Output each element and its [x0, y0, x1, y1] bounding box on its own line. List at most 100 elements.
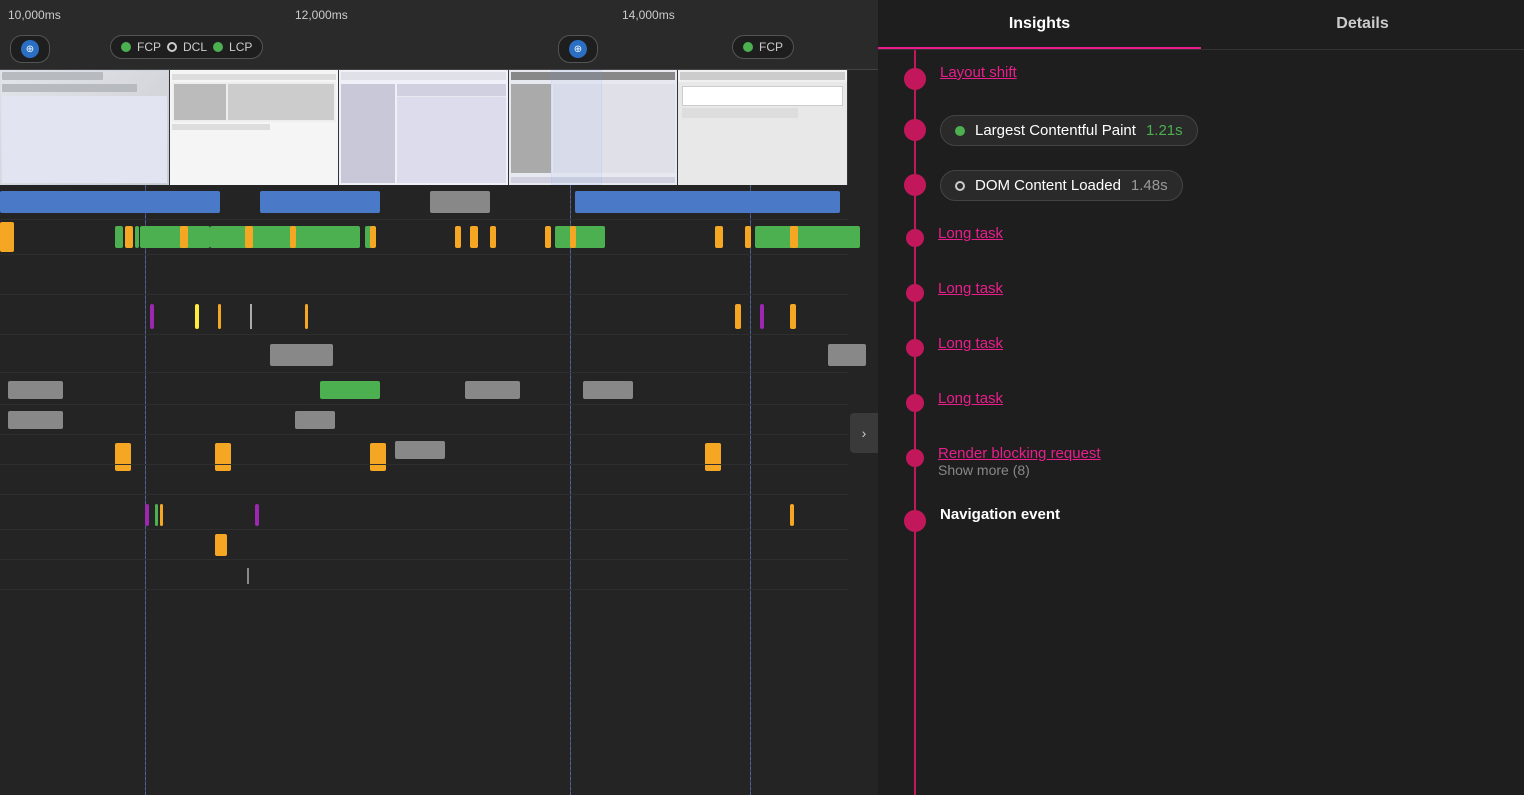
link-long-task-4[interactable]: Long task — [938, 390, 1508, 407]
marker-link-left[interactable]: ⊕ — [10, 35, 50, 63]
ind-orange-1 — [160, 504, 163, 526]
net-gray-3 — [583, 381, 633, 399]
link-render-blocking[interactable]: Render blocking request — [938, 445, 1508, 462]
body-long-task-3: Long task — [938, 335, 1508, 352]
tab-insights[interactable]: Insights — [878, 0, 1201, 49]
block-green-10 — [810, 226, 860, 248]
ind-orange-2 — [790, 504, 794, 526]
dcl-dot — [167, 42, 177, 52]
lcp-metric-value: 1.21s — [1146, 122, 1183, 139]
insight-long-task-1: Long task — [878, 215, 1524, 270]
link-layout-shift[interactable]: Layout shift — [940, 64, 1508, 81]
block-orange-11 — [715, 226, 723, 248]
timeline-header: 10,000ms 12,000ms 14,000ms ⊕ FCP DCL LCP… — [0, 0, 878, 70]
track-net-3 — [0, 405, 848, 435]
panel-header: Insights Details — [878, 0, 1524, 50]
block-orange-thin-1 — [218, 304, 221, 329]
body-long-task-4: Long task — [938, 390, 1508, 407]
screenshot-5 — [678, 70, 848, 185]
block-orange-12 — [745, 226, 751, 248]
track-thin-lines — [0, 300, 848, 335]
lcp-label: LCP — [229, 40, 252, 54]
dot-nav-event — [904, 510, 926, 532]
screenshot-strip — [0, 70, 848, 185]
lcp-metric-label: Largest Contentful Paint — [975, 122, 1136, 139]
dot-long-task-2 — [906, 284, 924, 302]
block-yellow-1 — [195, 304, 199, 329]
dot-long-task-4 — [906, 394, 924, 412]
block-orange-1 — [125, 226, 133, 248]
fcp-dot — [121, 42, 131, 52]
body-long-task-1: Long task — [938, 225, 1508, 242]
scroll-right-button[interactable]: › — [850, 413, 878, 453]
fcp-label: FCP — [137, 40, 161, 54]
dcl-label: DCL — [183, 40, 207, 54]
block-gray-4 — [828, 344, 866, 366]
insight-lcp: Largest Contentful Paint 1.21s — [878, 105, 1524, 160]
yellow-block — [215, 534, 227, 556]
track-main — [0, 220, 848, 255]
track-indicators — [0, 500, 848, 530]
dot-lcp — [904, 119, 926, 141]
block-gray-1 — [430, 191, 490, 213]
insight-long-task-2: Long task — [878, 270, 1524, 325]
track-net-2 — [0, 375, 848, 405]
fcp-dot-right — [743, 42, 753, 52]
body-lcp: Largest Contentful Paint 1.21s — [940, 115, 1508, 146]
block-orange-7 — [470, 226, 478, 248]
time-label-14000: 14,000ms — [622, 8, 675, 22]
net-gray-4 — [8, 411, 63, 429]
block-green-8 — [555, 226, 605, 248]
dot-long-task-1 — [906, 229, 924, 247]
block-blue-2 — [260, 191, 380, 213]
link-icon: ⊕ — [21, 40, 39, 58]
block-green-1 — [115, 226, 123, 248]
thin-gray — [247, 568, 249, 584]
block-orange-left — [0, 222, 14, 252]
dcl-metric-label: DOM Content Loaded — [975, 177, 1121, 194]
block-blue-4 — [790, 191, 840, 213]
link-long-task-3[interactable]: Long task — [938, 335, 1508, 352]
insight-render-blocking: Render blocking request Show more (8) — [878, 435, 1524, 492]
block-orange-thin-2 — [305, 304, 308, 329]
block-green-3 — [140, 226, 210, 248]
screenshot-3 — [339, 70, 509, 185]
track-net-5 — [0, 465, 848, 495]
marker-fcp-dcl-lcp[interactable]: FCP DCL LCP — [110, 35, 263, 59]
dot-render-blocking — [906, 449, 924, 467]
track-network-1 — [0, 185, 848, 220]
tab-details[interactable]: Details — [1201, 0, 1524, 49]
net-gray-5 — [295, 411, 335, 429]
track-thin — [0, 560, 848, 590]
screenshot-4 — [509, 70, 679, 185]
body-long-task-2: Long task — [938, 280, 1508, 297]
block-orange-14 — [735, 304, 741, 329]
block-blue-3 — [575, 191, 825, 213]
block-orange-15 — [790, 304, 796, 329]
body-nav-event: Navigation event — [940, 506, 1508, 523]
marker-link-mid[interactable]: ⊕ — [558, 35, 598, 63]
lcp-metric-dot — [955, 126, 965, 136]
link-long-task-2[interactable]: Long task — [938, 280, 1508, 297]
insight-long-task-4: Long task — [878, 380, 1524, 435]
block-orange-2 — [180, 226, 188, 248]
metric-lcp: Largest Contentful Paint 1.21s — [940, 115, 1198, 146]
block-orange-10 — [570, 226, 576, 248]
net-green-1 — [320, 381, 380, 399]
insights-content: Layout shift Largest Contentful Paint 1.… — [878, 50, 1524, 795]
block-orange-13 — [790, 226, 798, 248]
lcp-dot — [213, 42, 223, 52]
marker-fcp-right[interactable]: FCP — [732, 35, 794, 59]
link-long-task-1[interactable]: Long task — [938, 225, 1508, 242]
metric-dcl: DOM Content Loaded 1.48s — [940, 170, 1183, 201]
nav-event-label: Navigation event — [940, 506, 1060, 523]
dot-dcl — [904, 174, 926, 196]
show-more-link[interactable]: Show more (8) — [938, 462, 1508, 482]
block-green-6 — [300, 226, 360, 248]
block-green-2 — [135, 226, 139, 248]
dcl-metric-value: 1.48s — [1131, 177, 1168, 194]
block-orange-9 — [545, 226, 551, 248]
fcp-label-right: FCP — [759, 40, 783, 54]
timeline-panel: 10,000ms 12,000ms 14,000ms ⊕ FCP DCL LCP… — [0, 0, 878, 795]
block-purple-1 — [150, 304, 154, 329]
